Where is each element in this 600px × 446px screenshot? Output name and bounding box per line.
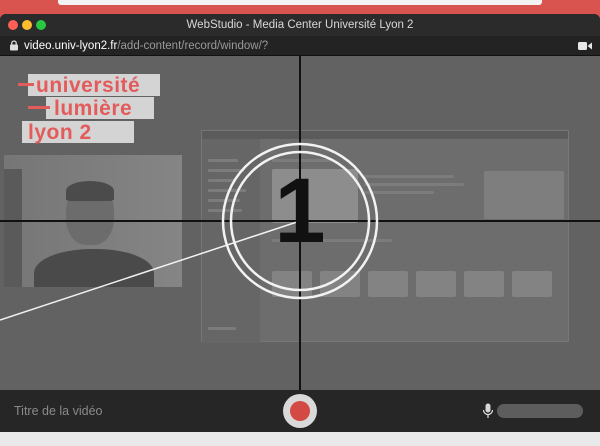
browser-window: WebStudio - Media Center Université Lyon… (0, 14, 600, 432)
countdown-sweep-line (0, 220, 301, 321)
url-text[interactable]: video.univ-lyon2.fr/add-content/record/w… (24, 36, 268, 56)
video-title-input[interactable] (14, 401, 264, 421)
background-page-bottom (0, 432, 600, 446)
window-title: WebStudio - Media Center Université Lyon… (186, 19, 414, 31)
background-page-edge (58, 0, 542, 5)
record-button[interactable] (283, 394, 317, 428)
camera-indicator-icon[interactable] (578, 41, 592, 51)
url-path: /add-content/record/window/? (117, 40, 269, 52)
lock-icon (10, 40, 18, 51)
microphone-level-meter (497, 404, 583, 418)
url-host: video.univ-lyon2.fr (24, 40, 118, 52)
countdown-overlay: 1 (0, 56, 600, 390)
record-icon (290, 401, 310, 421)
countdown-number: 1 (274, 160, 325, 262)
address-bar[interactable]: video.univ-lyon2.fr/add-content/record/w… (0, 36, 600, 56)
background-strip (0, 0, 600, 14)
recording-toolbar (0, 390, 600, 432)
title-bar: WebStudio - Media Center Université Lyon… (0, 14, 600, 36)
microphone-icon[interactable] (482, 403, 494, 419)
recording-preview: université lumière lyon 2 1 (0, 56, 600, 390)
